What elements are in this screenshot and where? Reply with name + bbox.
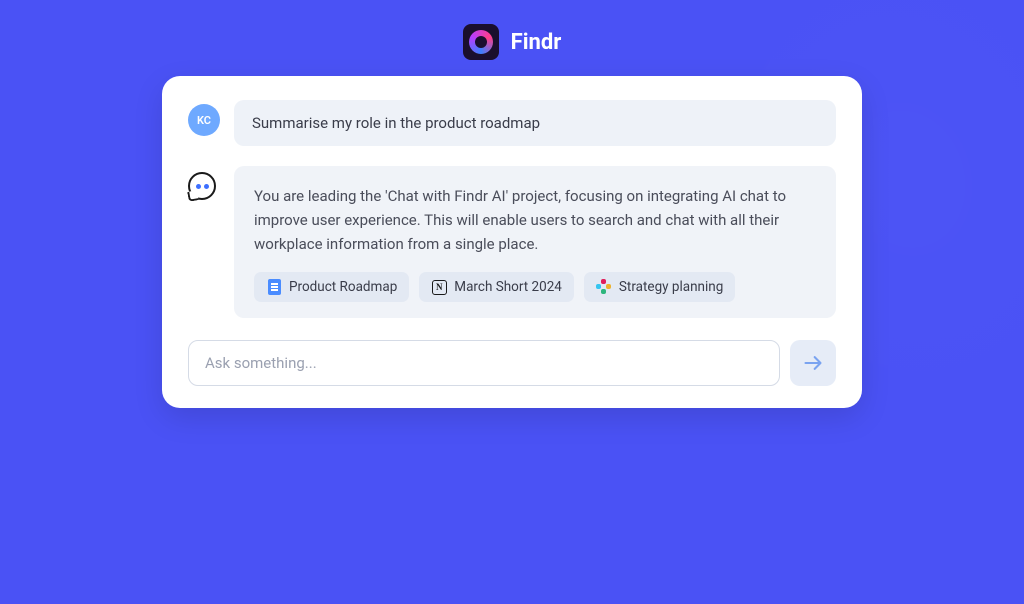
input-row (188, 340, 836, 386)
logo-icon (463, 24, 499, 60)
source-chip-product-roadmap[interactable]: Product Roadmap (254, 272, 409, 302)
chip-label: Strategy planning (619, 279, 723, 295)
bot-avatar-icon (188, 172, 220, 204)
source-chip-strategy-planning[interactable]: Strategy planning (584, 272, 735, 302)
ai-message-row: You are leading the 'Chat with Findr AI'… (188, 166, 836, 318)
user-message-row: KC Summarise my role in the product road… (188, 100, 836, 146)
chip-label: March Short 2024 (454, 279, 562, 295)
ai-message-bubble: You are leading the 'Chat with Findr AI'… (234, 166, 836, 318)
source-chip-march-short[interactable]: N March Short 2024 (419, 272, 574, 302)
brand-name: Findr (511, 30, 562, 55)
send-button[interactable] (790, 340, 836, 386)
header: Findr (0, 0, 1024, 76)
send-icon (803, 353, 823, 373)
ai-response-text: You are leading the 'Chat with Findr AI'… (254, 184, 816, 256)
notion-icon: N (431, 279, 447, 295)
source-chips: Product Roadmap N March Short 2024 (254, 272, 816, 302)
chat-card: KC Summarise my role in the product road… (162, 76, 862, 408)
doc-icon (266, 279, 282, 295)
chip-label: Product Roadmap (289, 279, 397, 295)
user-message-bubble: Summarise my role in the product roadmap (234, 100, 836, 146)
ask-input[interactable] (188, 340, 780, 386)
user-avatar: KC (188, 104, 220, 136)
slack-icon (596, 279, 612, 295)
